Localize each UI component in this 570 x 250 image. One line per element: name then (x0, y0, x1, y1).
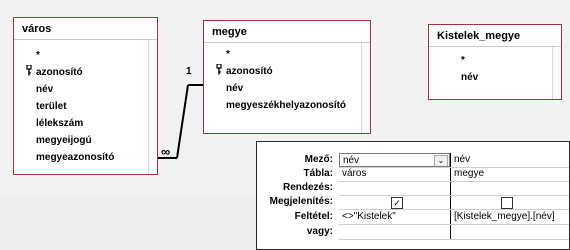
field-cell-col2[interactable]: név (450, 153, 568, 167)
grid-divider (339, 239, 569, 240)
sort-cell-col2[interactable] (450, 181, 568, 195)
many-side-label: ∞ (161, 144, 171, 159)
grid-divider (339, 209, 569, 210)
grid-divider (339, 167, 569, 168)
table-cell-col2[interactable]: megye (450, 167, 568, 181)
criteria-cell-col1[interactable]: <>"Kistelek" (339, 210, 450, 224)
grid-divider (339, 195, 569, 196)
row-label-field: Mező: (304, 154, 333, 165)
field-value: név (343, 155, 360, 166)
sort-cell-col1[interactable] (339, 181, 450, 195)
grid-divider (339, 224, 569, 225)
grid-divider (339, 181, 569, 182)
or-cell-col2[interactable] (450, 225, 568, 239)
row-label-criteria: Feltétel: (294, 211, 333, 222)
one-side-label: 1 (186, 66, 192, 77)
row-label-show: Megjelenítés: (269, 196, 333, 207)
table-cell-col1[interactable]: város (339, 167, 450, 181)
query-grid: Mező: Tábla: Rendezés: Megjelenítés: Fel… (256, 141, 570, 250)
field-cell-col1[interactable]: név ⌄ (339, 153, 450, 167)
row-label-or: vagy: (306, 226, 333, 237)
chevron-down-icon[interactable]: ⌄ (434, 155, 448, 166)
or-cell-col1[interactable] (339, 225, 450, 239)
row-label-sort: Rendezés: (282, 182, 333, 193)
criteria-cell-col2[interactable]: [Kistelek_megye].[név] (450, 210, 568, 224)
row-label-table: Tábla: (303, 168, 333, 179)
show-checkbox-col1[interactable]: ✓ (391, 197, 403, 209)
show-checkbox-col2[interactable] (501, 197, 513, 209)
